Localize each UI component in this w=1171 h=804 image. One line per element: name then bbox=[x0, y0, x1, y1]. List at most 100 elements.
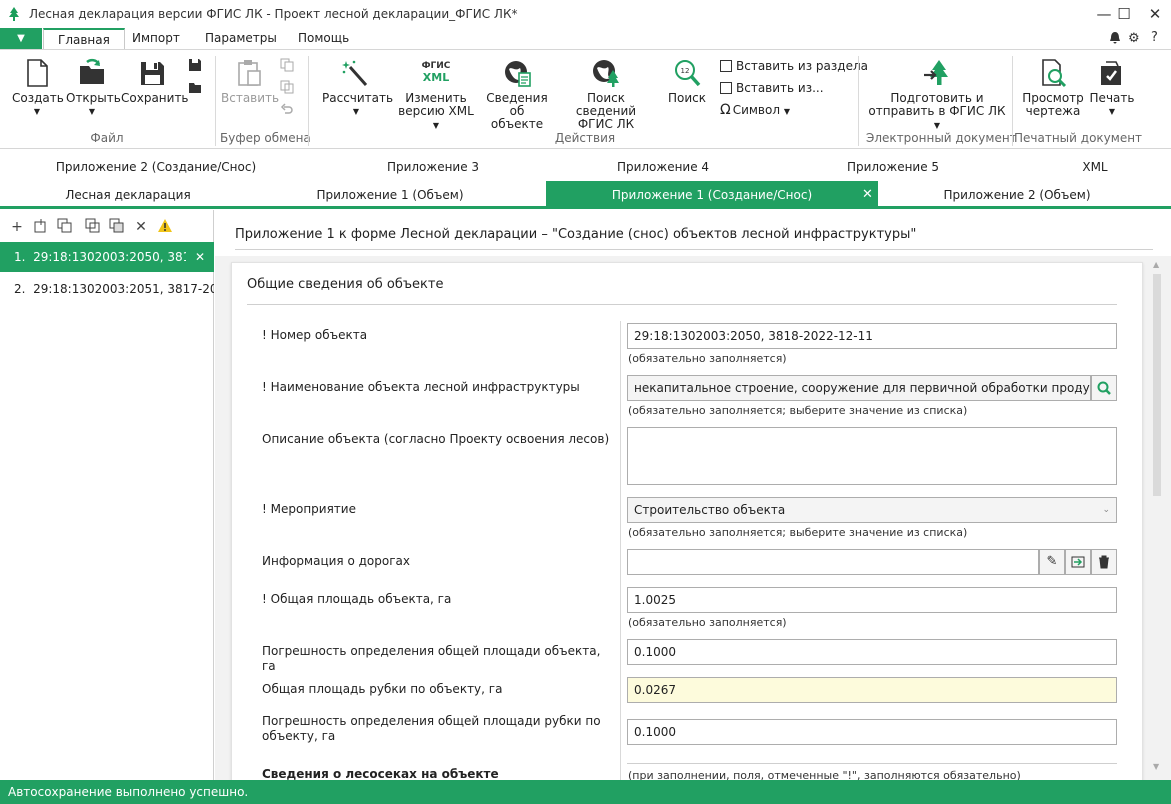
symbol-button[interactable]: Ω Символ ▼ bbox=[720, 102, 790, 118]
warning-icon[interactable] bbox=[156, 218, 174, 236]
file-menu-button[interactable]: ▼ bbox=[0, 28, 42, 49]
calculate-button[interactable]: Рассчитать ▼ bbox=[322, 58, 393, 118]
cut-area-input[interactable]: 0.0267 bbox=[627, 677, 1117, 703]
cut-error-label: Погрешность определения общей площади ру… bbox=[262, 714, 601, 743]
tab-parameters[interactable]: Параметры bbox=[191, 28, 291, 50]
list-item[interactable]: 1. 29:18:1302003:2050, 3818-2022-12-11 ✕ bbox=[0, 242, 214, 272]
tab-app2-create[interactable]: Приложение 2 (Создание/Снос) bbox=[0, 153, 312, 181]
divider bbox=[235, 249, 1153, 250]
preview-icon bbox=[1038, 58, 1068, 88]
area-input[interactable]: 1.0025 bbox=[627, 587, 1117, 613]
event-label: ! Мероприятие bbox=[262, 502, 356, 516]
search-object-button[interactable] bbox=[1091, 375, 1117, 401]
group-separator bbox=[1012, 56, 1013, 146]
close-tab-icon[interactable]: ✕ bbox=[862, 181, 873, 209]
object-name-select[interactable]: некапитальное строение, сооружение для п… bbox=[627, 375, 1091, 401]
import-roads-button[interactable] bbox=[1065, 549, 1091, 575]
object-name-hint: (обязательно заполняется; выберите значе… bbox=[628, 404, 968, 417]
group-separator bbox=[308, 56, 309, 146]
magnifier-icon bbox=[1097, 381, 1111, 395]
tab-app3[interactable]: Приложение 3 bbox=[316, 153, 550, 181]
area-error-input[interactable]: 0.1000 bbox=[627, 639, 1117, 665]
save-button[interactable]: Сохранить bbox=[121, 58, 189, 105]
file-group-label: Файл bbox=[90, 131, 124, 145]
close-file-icon[interactable] bbox=[188, 80, 202, 94]
object-number-label: ! Номер объекта bbox=[262, 328, 368, 342]
area-error-label: Погрешность определения общей площади об… bbox=[262, 644, 601, 673]
open-button[interactable]: Открыть ▼ bbox=[66, 58, 121, 118]
area-hint: (обязательно заполняется) bbox=[628, 616, 787, 629]
tab-app5[interactable]: Приложение 5 bbox=[776, 153, 1010, 181]
column-divider bbox=[620, 321, 621, 791]
area-label: ! Общая площадь объекта, га bbox=[262, 592, 452, 606]
new-document-icon bbox=[22, 58, 52, 88]
clear-roads-button[interactable] bbox=[1091, 549, 1117, 575]
tab-help[interactable]: Помощь bbox=[284, 28, 363, 50]
cut-error-input[interactable]: 0.1000 bbox=[627, 719, 1117, 745]
tab-import[interactable]: Импорт bbox=[118, 28, 194, 50]
tab-app1-create[interactable]: Приложение 1 (Создание/Снос) ✕ bbox=[546, 181, 878, 209]
notifications-icon[interactable] bbox=[1107, 30, 1125, 48]
tab-app4[interactable]: Приложение 4 bbox=[546, 153, 780, 181]
edit-roads-button[interactable]: ✎ bbox=[1039, 549, 1065, 575]
add-icon[interactable]: + bbox=[8, 218, 26, 236]
paste-from-section-button[interactable]: Вставить из раздела bbox=[720, 59, 868, 73]
close-window-button[interactable]: ✕ bbox=[1135, 2, 1171, 26]
search-fgis-button[interactable]: Поиск сведений ФГИС ЛК bbox=[559, 58, 653, 131]
paste-from-button[interactable]: Вставить из... bbox=[720, 81, 824, 95]
undo-icon[interactable] bbox=[280, 102, 294, 116]
scroll-thumb[interactable] bbox=[1153, 274, 1161, 496]
list-item[interactable]: 2. 29:18:1302003:2051, 3817-2022-12-11 bbox=[0, 274, 214, 304]
description-textarea[interactable] bbox=[627, 427, 1117, 485]
document-tabs-row-2: Лесная декларация Приложение 1 (Объем) П… bbox=[0, 181, 1171, 209]
tree-export-icon bbox=[922, 58, 952, 88]
paste-item-icon[interactable] bbox=[108, 218, 126, 236]
print-button[interactable]: Печать ▼ bbox=[1088, 58, 1136, 118]
drawing-preview-button[interactable]: Просмотр чертежа bbox=[1020, 58, 1086, 118]
tab-forest-declaration[interactable]: Лесная декларация bbox=[0, 181, 256, 209]
change-xml-version-button[interactable]: ФГИС XML Изменить версию XML ▼ bbox=[394, 58, 478, 132]
paste-button[interactable]: Вставить bbox=[221, 58, 279, 105]
help-button[interactable]: ? bbox=[1151, 30, 1158, 45]
search-button[interactable]: 12 Поиск bbox=[664, 58, 710, 105]
print-icon bbox=[1097, 58, 1127, 88]
delete-icon[interactable]: ✕ bbox=[132, 218, 150, 236]
tab-app1-volume[interactable]: Приложение 1 (Объем) bbox=[262, 181, 518, 209]
cut-icon[interactable] bbox=[280, 80, 294, 94]
scroll-up-arrow[interactable]: ▲ bbox=[1153, 260, 1159, 269]
event-select[interactable]: Строительство объекта ⌄ bbox=[627, 497, 1117, 523]
duplicate-icon[interactable] bbox=[56, 218, 74, 236]
document-tabs-row-1: Приложение 2 (Создание/Снос) Приложение … bbox=[0, 153, 1171, 181]
add-copy-icon[interactable] bbox=[32, 218, 50, 236]
tab-app2-volume[interactable]: Приложение 2 (Объем) bbox=[886, 181, 1148, 209]
object-number-input[interactable]: 29:18:1302003:2050, 3818-2022-12-11 bbox=[627, 323, 1117, 349]
copy-icon[interactable] bbox=[280, 58, 294, 72]
settings-icon[interactable]: ⚙ bbox=[1128, 31, 1144, 47]
objects-list-panel: + ✕ 1. 29:18:1302003:2050, 3818-2022-12-… bbox=[0, 210, 214, 780]
event-hint: (обязательно заполняется; выберите значе… bbox=[628, 526, 968, 539]
window-title: Лесная декларация версии ФГИС ЛК - Проек… bbox=[29, 7, 518, 21]
vertical-scrollbar[interactable]: ▲ ▼ bbox=[1151, 260, 1163, 776]
tab-home[interactable]: Главная bbox=[43, 28, 125, 50]
prepare-send-button[interactable]: Подготовить и отправить в ФГИС ЛК ▼ bbox=[866, 58, 1008, 132]
paste-clipboard-icon bbox=[234, 58, 264, 88]
cut-area-label: Общая площадь рубки по объекту, га bbox=[262, 682, 503, 696]
copy-item-icon[interactable] bbox=[84, 218, 102, 236]
remove-item-icon[interactable]: ✕ bbox=[186, 242, 214, 272]
description-label: Описание объекта (согласно Проекту освое… bbox=[262, 432, 610, 446]
page-title: Приложение 1 к форме Лесной декларации –… bbox=[235, 227, 917, 242]
object-general-card: Общие сведения об объекте ! Номер объект… bbox=[231, 262, 1143, 792]
open-folder-icon bbox=[77, 58, 107, 88]
trash-icon bbox=[1099, 555, 1109, 569]
create-button[interactable]: Создать ▼ bbox=[12, 58, 64, 118]
object-info-button[interactable]: Сведения об объекте bbox=[478, 58, 556, 131]
tab-xml[interactable]: XML bbox=[1020, 153, 1170, 181]
roads-input[interactable] bbox=[627, 549, 1039, 575]
globe-tree-icon bbox=[591, 58, 621, 88]
omega-icon: Ω bbox=[720, 102, 731, 118]
chevron-down-icon: ⌄ bbox=[1102, 505, 1110, 515]
scroll-down-arrow[interactable]: ▼ bbox=[1153, 762, 1159, 771]
paste-from-icon bbox=[720, 82, 732, 94]
object-number-hint: (обязательно заполняется) bbox=[628, 352, 787, 365]
save-as-icon[interactable] bbox=[188, 58, 202, 72]
